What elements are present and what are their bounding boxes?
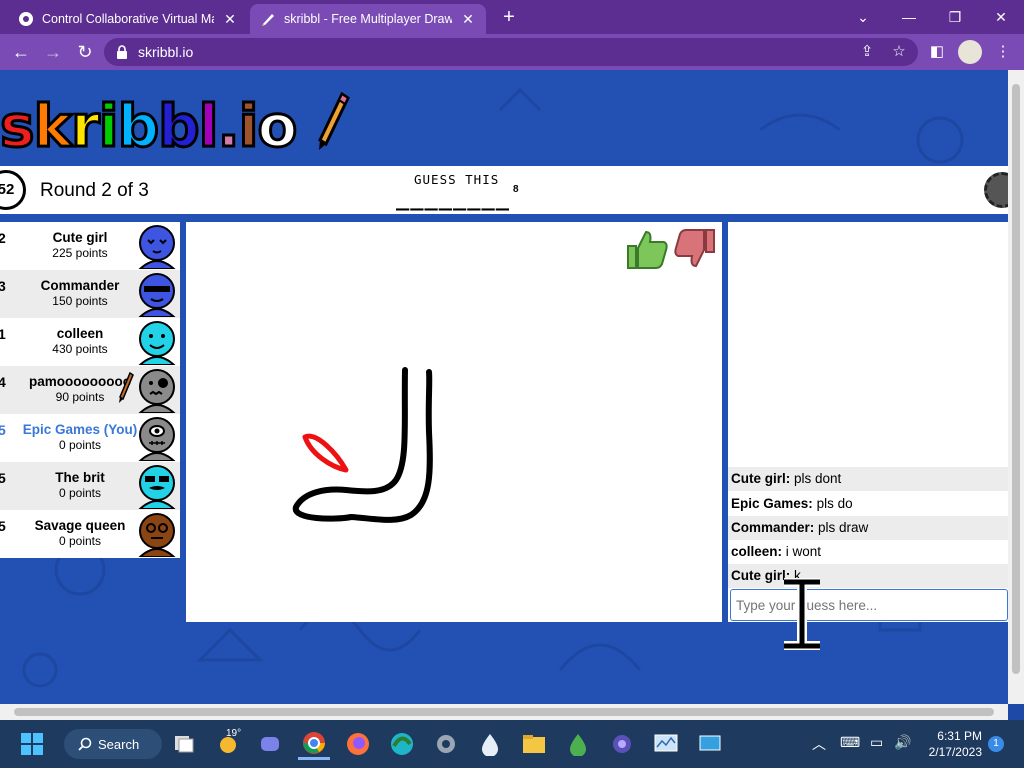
bookmark-star-icon[interactable]: ☆ <box>888 41 910 63</box>
chrome-taskbar-icon[interactable] <box>298 728 330 760</box>
player-avatar-icon <box>138 513 176 557</box>
green-drop-icon[interactable] <box>562 728 594 760</box>
start-windows-icon[interactable] <box>16 728 48 760</box>
close-tab-icon[interactable]: ✕ <box>222 11 238 28</box>
remote-app-icon[interactable] <box>694 728 726 760</box>
vertical-scrollbar[interactable] <box>1008 70 1024 704</box>
guess-input[interactable] <box>730 589 1008 621</box>
address-bar[interactable]: skribbl.io <box>104 38 918 66</box>
drawing-canvas[interactable] <box>186 222 722 622</box>
chat-message: Cute girl: pls dont <box>728 467 1008 491</box>
thumbs-up-icon[interactable] <box>624 226 670 272</box>
logo-pencil-icon <box>317 91 350 150</box>
notification-badge[interactable]: 1 <box>988 736 1004 752</box>
timer-clock: 52 <box>0 170 26 210</box>
drop-app-icon[interactable] <box>474 728 506 760</box>
settings-taskbar-icon[interactable] <box>430 728 462 760</box>
chat-message: Commander: pls draw <box>728 516 1008 540</box>
skribbl-page: skribbl.io 52 Round 2 of 3 GUESS THIS __… <box>0 70 1008 704</box>
profile-avatar[interactable] <box>958 40 982 64</box>
player-row: 4 pamooooooooo 90 points <box>0 366 180 414</box>
network-icon[interactable]: ▭ <box>870 734 883 751</box>
clock-date: 2/17/2023 <box>928 745 982 759</box>
windows-taskbar: Search 19° ︿ ⌨ ▭ 🔊 6:31 PM 2/17/2023 <box>0 720 1024 768</box>
task-view-icon[interactable] <box>168 728 200 760</box>
back-arrow-icon[interactable]: ← <box>10 41 32 63</box>
word-hint: ________ <box>396 186 510 211</box>
player-avatar-icon <box>138 465 176 509</box>
chat-message: colleen: i wont <box>728 540 1008 564</box>
close-window-button[interactable]: ✕ <box>978 0 1024 34</box>
system-clock[interactable]: 6:31 PM 2/17/2023 <box>922 728 982 760</box>
player-row-self: 5 Epic Games (You) 0 points <box>0 414 180 462</box>
player-avatar-icon <box>138 225 176 269</box>
purple-app-icon[interactable] <box>606 728 638 760</box>
chat-message: Cute girl: k <box>728 564 1008 588</box>
clock-time: 6:31 PM <box>937 729 982 743</box>
tab-skribbl[interactable]: skribbl - Free Multiplayer Drawing ✕ <box>250 4 486 34</box>
pencil-favicon-icon <box>262 14 274 26</box>
taskbar-search-button[interactable]: Search <box>64 729 162 759</box>
new-tab-button[interactable]: + <box>498 6 520 28</box>
lock-icon <box>117 45 127 59</box>
show-hidden-icons-chevron[interactable]: ︿ <box>812 734 826 754</box>
player-avatar-icon <box>138 321 176 365</box>
search-icon <box>78 737 92 751</box>
word-length: 8 <box>513 184 519 195</box>
player-row: 3 Commander 150 points <box>0 270 180 318</box>
keyboard-icon[interactable]: ⌨ <box>840 734 860 751</box>
tab-virtual-machine[interactable]: Control Collaborative Virtual Mac ✕ <box>8 4 248 34</box>
close-tab-icon[interactable]: ✕ <box>460 11 476 28</box>
player-avatar-icon <box>138 417 176 461</box>
forward-arrow-icon[interactable]: → <box>42 41 64 63</box>
chrome-favicon-icon <box>19 12 33 26</box>
horizontal-scrollbar[interactable] <box>0 704 1008 720</box>
player-avatar-icon <box>138 273 176 317</box>
chat-panel: Cute girl: pls dont Epic Games: pls do C… <box>728 222 1008 622</box>
minimize-button[interactable]: — <box>886 0 932 34</box>
text-cursor-icon <box>784 578 820 650</box>
weather-temperature: 19° <box>226 728 242 739</box>
url-text: skribbl.io <box>138 44 194 60</box>
teams-chat-icon[interactable] <box>254 728 286 760</box>
monitor-app-icon[interactable] <box>650 728 682 760</box>
tab-search-chevron-icon[interactable]: ⌄ <box>840 0 886 34</box>
player-row: 2 Cute girl 225 points <box>0 222 180 270</box>
restore-button[interactable]: ❐ <box>932 0 978 34</box>
tab-title: Control Collaborative Virtual Mac <box>42 12 214 26</box>
settings-gear-icon[interactable] <box>984 172 1008 208</box>
file-explorer-icon[interactable] <box>518 728 550 760</box>
tab-title: skribbl - Free Multiplayer Drawing <box>284 12 452 26</box>
guess-this-label: GUESS THIS <box>414 172 500 187</box>
edge-icon[interactable] <box>386 728 418 760</box>
search-label: Search <box>98 736 140 752</box>
player-avatar-icon <box>138 369 176 413</box>
game-header: 52 Round 2 of 3 GUESS THIS ________ 8 <box>0 166 1008 214</box>
thumbs-down-icon[interactable] <box>672 226 718 272</box>
share-icon[interactable]: ⇪ <box>856 41 878 63</box>
round-indicator: Round 2 of 3 <box>40 180 149 201</box>
volume-icon[interactable]: 🔊 <box>894 734 911 751</box>
player-list: 2 Cute girl 225 points 3 Commander 150 p… <box>0 222 180 558</box>
reload-icon[interactable]: ↻ <box>74 41 96 63</box>
drawing-pencil-icon <box>119 372 134 403</box>
canvas-drawing <box>293 367 433 523</box>
skribbl-logo: skribbl.io <box>0 91 350 164</box>
side-panel-icon[interactable]: ◧ <box>926 41 948 63</box>
browser-tab-strip: Control Collaborative Virtual Mac ✕ skri… <box>0 0 1024 34</box>
menu-kebab-icon[interactable]: ⋮ <box>992 41 1014 63</box>
player-row: 5 Savage queen 0 points <box>0 510 180 558</box>
player-row: 5 The brit 0 points <box>0 462 180 510</box>
chat-message: Epic Games: pls do <box>728 492 1008 516</box>
firefox-icon[interactable] <box>342 728 374 760</box>
browser-toolbar: ← → ↻ skribbl.io ⇪ ☆ ◧ ⋮ <box>0 34 1024 70</box>
player-row: 1 colleen 430 points <box>0 318 180 366</box>
